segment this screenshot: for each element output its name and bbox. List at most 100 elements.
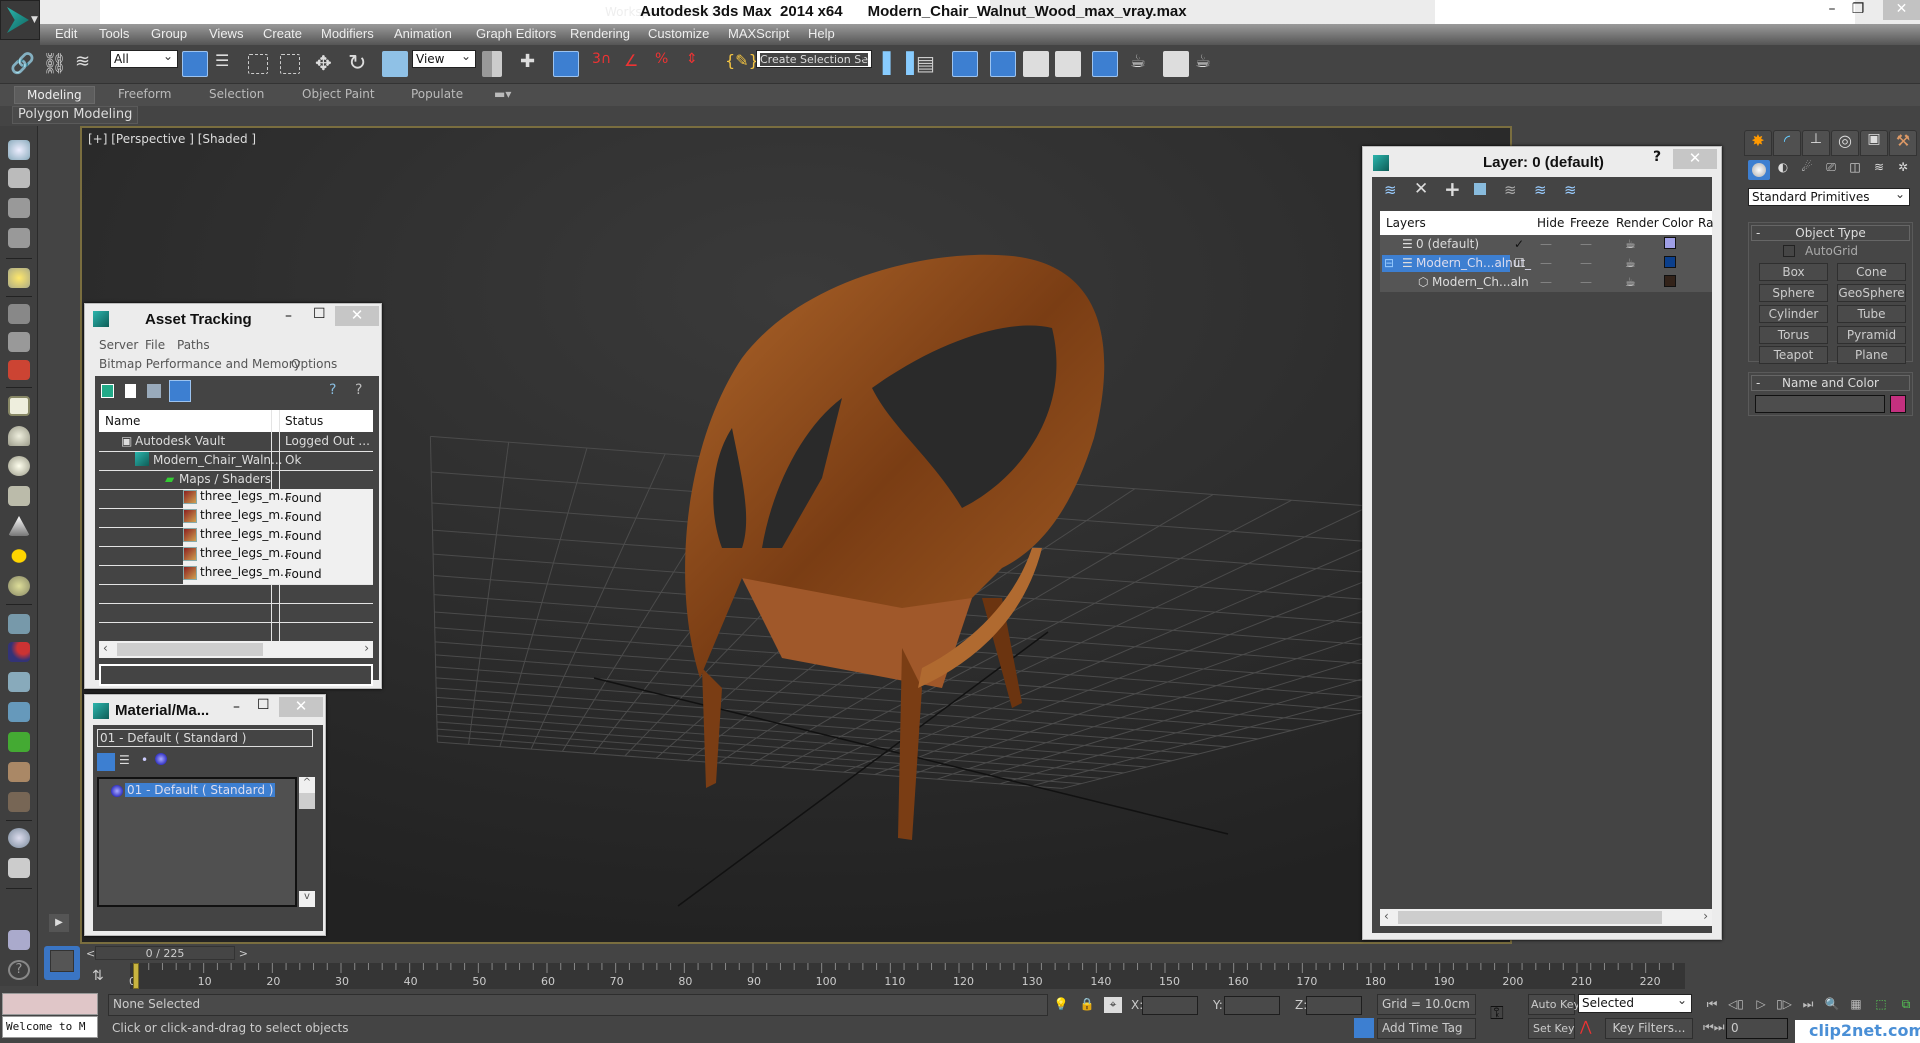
utilities-tab-icon[interactable]: ⚒: [1889, 130, 1917, 156]
material-library-icon[interactable]: [8, 858, 30, 878]
absolute-mode-icon[interactable]: ⌖: [1104, 997, 1122, 1013]
maxscript-mini-listener-input[interactable]: Welcome to M: [2, 1016, 98, 1038]
current-frame-field[interactable]: 0: [1726, 1018, 1788, 1039]
render-teapot-icon[interactable]: ☕: [1625, 237, 1636, 251]
named-selection-sets-dropdown[interactable]: Create Selection Se: [756, 49, 872, 68]
teapot-icon[interactable]: [8, 140, 30, 160]
menu-modifiers[interactable]: Modifiers: [321, 26, 374, 41]
cylinder-button[interactable]: Cylinder: [1759, 305, 1828, 323]
list-view-icon[interactable]: [97, 753, 115, 771]
menu-bitmap-performance[interactable]: Bitmap Performance and Memory: [99, 357, 301, 371]
angle-snap-icon[interactable]: ∠: [624, 51, 650, 77]
isolate-selection-icon[interactable]: 💡: [1052, 997, 1070, 1013]
layer-color-swatch[interactable]: [1664, 256, 1676, 268]
time-tag-icon[interactable]: [1354, 1018, 1374, 1038]
material-item[interactable]: 01 - Default ( Standard ): [125, 783, 276, 797]
select-objects-in-layer-icon[interactable]: [1474, 183, 1486, 195]
vray-metaball-icon[interactable]: [8, 642, 30, 662]
hide-toggle[interactable]: —: [1540, 275, 1552, 289]
col-color[interactable]: Color: [1662, 216, 1693, 230]
highlight-selected-icon[interactable]: ≋: [1504, 181, 1517, 199]
material-sphere-icon[interactable]: [8, 828, 30, 848]
table-view-icon[interactable]: [169, 380, 191, 402]
material-editor-icon[interactable]: [1092, 51, 1118, 77]
asset-path-field[interactable]: [99, 664, 373, 686]
vray-mesh-light-icon[interactable]: [8, 486, 30, 506]
align-icon[interactable]: ▤: [916, 51, 942, 77]
col-layers[interactable]: Layers: [1386, 216, 1426, 230]
help-icon[interactable]: ?: [329, 382, 336, 398]
help-button[interactable]: ?: [1653, 149, 1661, 165]
add-to-layer-icon[interactable]: +: [1444, 177, 1461, 201]
scroll-right-icon[interactable]: ›: [364, 641, 369, 655]
camera-icon[interactable]: [8, 304, 30, 324]
menu-edit[interactable]: Edit: [55, 26, 77, 41]
horizontal-scrollbar[interactable]: ‹ ›: [1380, 909, 1712, 926]
render-setup-icon[interactable]: ☕: [1130, 51, 1156, 77]
col-name[interactable]: Name: [105, 414, 140, 428]
vray-sun-icon[interactable]: [8, 546, 30, 566]
selection-filter-dropdown[interactable]: All: [110, 49, 178, 68]
helpers-icon[interactable]: ◫: [1844, 160, 1866, 180]
layer-row[interactable]: ☰ 0 (default) ✓ — — ☕: [1380, 235, 1712, 254]
geosphere-button[interactable]: GeoSphere: [1837, 284, 1906, 302]
vertical-scrollbar[interactable]: ^ v: [299, 777, 315, 907]
go-to-end-icon[interactable]: ⏭: [1799, 997, 1817, 1013]
x-coordinate-field[interactable]: [1142, 996, 1198, 1015]
space-warps-icon[interactable]: ≋: [1868, 160, 1890, 180]
display-tab-icon[interactable]: ▣: [1860, 130, 1888, 156]
go-to-start-icon[interactable]: ⏮: [1703, 997, 1721, 1013]
zoom-extents-all-icon[interactable]: ⧉: [1897, 997, 1915, 1013]
auto-key-button[interactable]: Auto Key: [1528, 994, 1580, 1015]
freeze-toggle[interactable]: —: [1580, 256, 1592, 270]
vray-ies-light-icon[interactable]: [8, 516, 30, 536]
category-dropdown[interactable]: Standard Primitives: [1748, 187, 1910, 206]
minimize-button[interactable]: –: [233, 699, 240, 715]
layer-explorer-icon[interactable]: [952, 51, 978, 77]
hide-toggle[interactable]: —: [1540, 237, 1552, 251]
autogrid-checkbox[interactable]: [1783, 245, 1795, 257]
delete-layer-icon[interactable]: ✕: [1414, 179, 1428, 199]
play-icon[interactable]: ▷: [1752, 997, 1770, 1013]
material-name-field[interactable]: 01 - Default ( Standard ): [97, 729, 313, 747]
curve-editor-icon[interactable]: [1023, 51, 1049, 77]
scroll-thumb[interactable]: [117, 643, 263, 656]
vray-camera-icon[interactable]: [8, 360, 30, 380]
table-row[interactable]: three_legs_m... Found: [183, 565, 373, 584]
scroll-left-icon[interactable]: ‹: [1384, 909, 1389, 923]
next-key-icon[interactable]: ▯▷: [1775, 997, 1793, 1013]
viewport-label[interactable]: [+] [Perspective ] [Shaded ]: [88, 132, 256, 146]
vray-fur-icon[interactable]: [8, 702, 30, 722]
box-button[interactable]: Box: [1759, 263, 1828, 281]
menu-server[interactable]: Server: [99, 338, 138, 352]
mirror-icon[interactable]: ▌▐: [883, 51, 914, 77]
table-row[interactable]: three_legs_m... Found: [183, 508, 373, 527]
infocenter-search[interactable]: [1435, 0, 1855, 24]
rectangular-selection-icon[interactable]: [248, 54, 268, 74]
zoom-extents-selected-icon[interactable]: ⬚: [1872, 997, 1890, 1013]
unlink-selection-icon[interactable]: ⛓: [42, 51, 68, 77]
menu-file[interactable]: File: [145, 338, 165, 352]
reference-coordinate-dropdown[interactable]: View: [412, 49, 476, 68]
layer-manager-icon[interactable]: [990, 51, 1016, 77]
key-mode-toggle-icon[interactable]: ⏮⏭: [1703, 1020, 1725, 1036]
table-row[interactable]: three_legs_m... Found: [183, 546, 373, 565]
menu-animation[interactable]: Animation: [394, 26, 452, 41]
menu-group[interactable]: Group: [151, 26, 187, 41]
help-icon[interactable]: ?: [8, 960, 30, 980]
tube-button[interactable]: Tube: [1837, 305, 1906, 323]
detail-view-icon[interactable]: ☰: [119, 753, 130, 767]
layer-color-swatch[interactable]: [1664, 275, 1676, 287]
pyramid-button[interactable]: Pyramid: [1837, 326, 1906, 344]
vray-ambient-light-icon[interactable]: [8, 576, 30, 596]
shapes-icon[interactable]: ◐: [1772, 160, 1794, 180]
spinner-snap-icon[interactable]: ⇕: [686, 51, 712, 77]
plane-button[interactable]: Plane: [1837, 346, 1906, 364]
application-menu-button[interactable]: ▼: [0, 0, 40, 40]
key-mode-dropdown[interactable]: Selected: [1578, 993, 1692, 1013]
render-teapot-icon[interactable]: ☕: [1625, 256, 1636, 270]
key-filters-button[interactable]: Key Filters...: [1605, 1018, 1693, 1039]
zoom-icon[interactable]: 🔍: [1823, 997, 1841, 1013]
polygon-modeling-panel[interactable]: Polygon Modeling: [12, 106, 139, 124]
ornatrix-icon[interactable]: [8, 792, 30, 812]
